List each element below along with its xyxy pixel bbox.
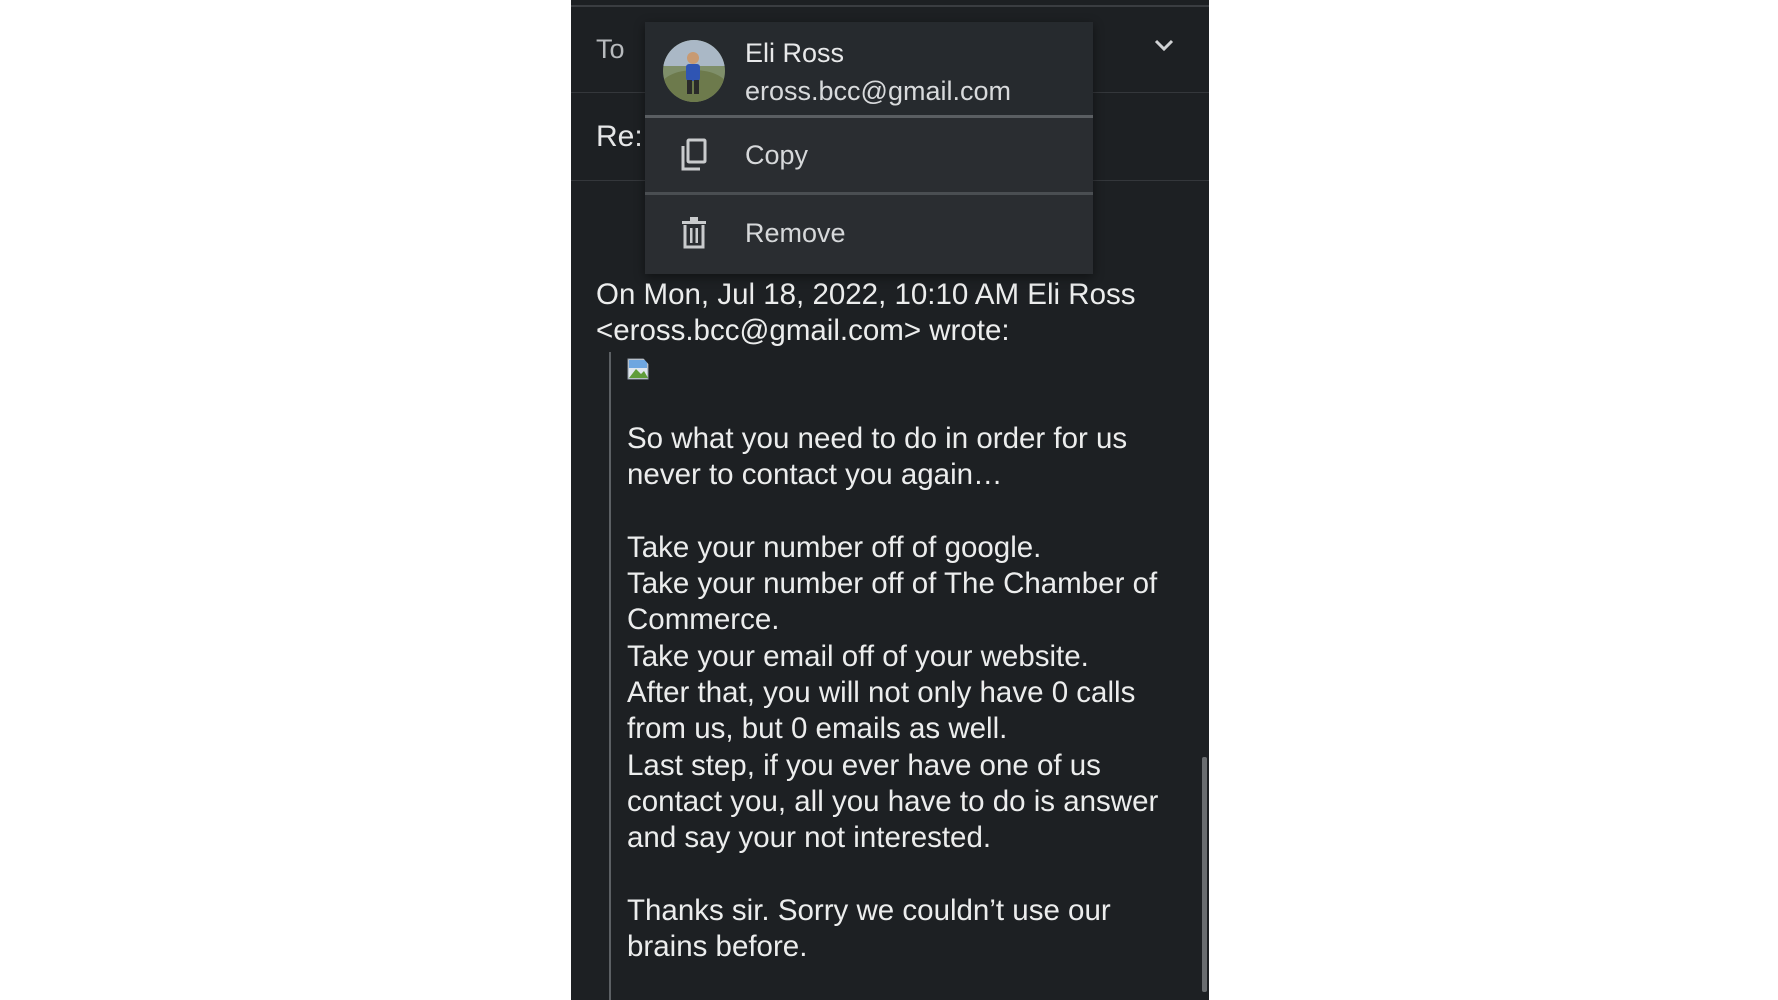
remove-menu-item[interactable]: Remove: [645, 196, 1093, 270]
quoted-paragraph: Take your number off of The Chamber of C…: [627, 567, 1158, 637]
subject-field[interactable]: Re:: [596, 120, 643, 154]
chevron-down-icon[interactable]: [1154, 38, 1174, 52]
quoted-paragraph: Take your number off of google.: [627, 530, 1042, 564]
to-label: To: [596, 34, 625, 64]
top-divider: [571, 5, 1209, 7]
quote-bar: [609, 352, 611, 1000]
quoted-paragraph: So what you need to do in order for us n…: [627, 422, 1128, 492]
recipient-email: eross.bcc@gmail.com: [745, 76, 1011, 106]
copy-menu-item[interactable]: Copy: [645, 118, 1093, 195]
recipient-context-menu: Eli Ross eross.bcc@gmail.com Copy Remove: [645, 22, 1093, 274]
quoted-paragraph: Take your email off of your website.: [627, 639, 1089, 673]
quoted-paragraph: Last step, if you ever have one of us co…: [627, 748, 1159, 855]
recipient-chip-header: Eli Ross eross.bcc@gmail.com: [645, 22, 1093, 118]
scrollbar[interactable]: [1202, 757, 1207, 992]
quoted-header: On Mon, Jul 18, 2022, 10:10 AM Eli Ross …: [596, 277, 1196, 349]
copy-label: Copy: [745, 140, 809, 170]
avatar: [663, 40, 725, 102]
quoted-paragraph: Thanks sir. Sorry we couldn’t use our br…: [627, 893, 1111, 964]
trash-icon: [682, 217, 706, 249]
quoted-message-body: So what you need to do in order for us n…: [627, 421, 1197, 965]
broken-image-icon: [627, 358, 651, 380]
recipient-name: Eli Ross: [745, 38, 845, 68]
copy-icon: [681, 138, 707, 171]
quoted-header-line2: <eross.bcc@gmail.com> wrote:: [596, 314, 1010, 347]
email-compose-screen: To Re: On Mon, Jul 18, 2022, 10:10 AM El…: [571, 0, 1209, 1000]
remove-label: Remove: [745, 218, 846, 248]
quoted-paragraph: After that, you will not only have 0 cal…: [627, 676, 1136, 746]
quoted-header-line1: On Mon, Jul 18, 2022, 10:10 AM Eli Ross: [596, 278, 1136, 311]
